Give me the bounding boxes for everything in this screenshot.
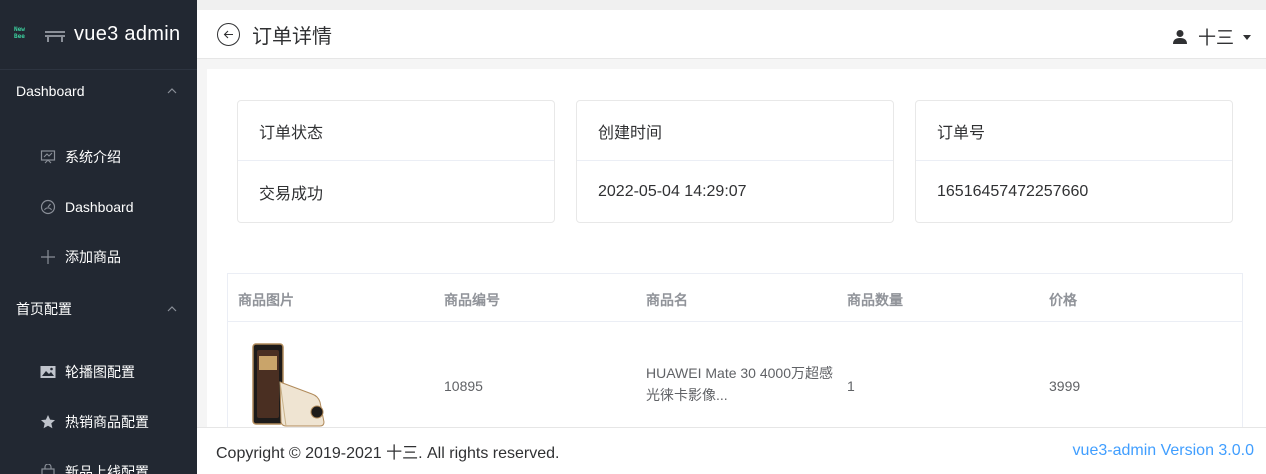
user-icon	[1173, 30, 1187, 44]
star-icon	[40, 414, 56, 430]
goods-id-cell: 10895	[444, 378, 483, 394]
chevron-up-icon	[167, 306, 177, 312]
order-detail-card: 订单状态 交易成功 创建时间 2022-05-04 14:29:07 订单号 1…	[207, 69, 1266, 427]
column-header: 商品编号	[444, 292, 500, 308]
submenu-title-label: Dashboard	[16, 83, 85, 99]
logo-text-top: New	[14, 25, 25, 33]
order-status-card: 订单状态 交易成功	[237, 100, 555, 223]
menu-item-label: 轮播图配置	[65, 364, 135, 380]
created-time-value: 2022-05-04 14:29:07	[598, 183, 747, 200]
menu-item-add-goods[interactable]: 添加商品	[0, 232, 197, 282]
copyright-text: Copyright © 2019-2021 十三. All rights res…	[216, 445, 560, 462]
goods-name-cell: HUAWEI Mate 30 4000万超感光徕卡影像...	[646, 365, 833, 403]
user-dropdown[interactable]: 十三	[1172, 24, 1252, 50]
sidebar: New Bee vue3 admin Dashboard 系统介绍 Dashbo…	[0, 0, 197, 474]
caret-down-icon	[1243, 35, 1251, 40]
menu-item-label: Dashboard	[65, 199, 134, 215]
back-button[interactable]	[217, 22, 240, 46]
created-time-label: 创建时间	[577, 101, 893, 161]
odometer-icon	[40, 199, 56, 215]
page-title: 订单详情	[252, 25, 332, 48]
version-text: vue3-admin Version 3.0.0	[1072, 442, 1254, 459]
logo-text-bottom: Bee	[14, 32, 25, 40]
submenu-title-label: 首页配置	[16, 301, 72, 317]
column-header: 商品名	[646, 292, 688, 308]
order-status-label: 订单状态	[238, 101, 554, 161]
order-status-value: 交易成功	[259, 186, 324, 203]
table-row: 10895 HUAWEI Mate 30 4000万超感光徕卡影像... 1 3…	[228, 322, 1242, 427]
app-title: vue3 admin	[74, 23, 181, 45]
page-footer: Copyright © 2019-2021 十三. All rights res…	[197, 427, 1266, 474]
submenu-title-dashboard[interactable]: Dashboard	[0, 70, 197, 112]
page-header: 订单详情 十三	[197, 0, 1266, 59]
column-header: 价格	[1049, 292, 1077, 308]
goods-table: 商品图片 商品编号 商品名 商品数量 价格 10895 HUAWEI Mate …	[227, 273, 1243, 427]
monitor-icon	[40, 149, 56, 165]
goods-price-cell: 3999	[1049, 378, 1081, 394]
bench-icon	[45, 30, 65, 42]
user-name: 十三	[1198, 28, 1234, 48]
newbee-logo: New Bee	[14, 25, 38, 42]
menu-item-hot-goods[interactable]: 热销商品配置	[0, 397, 197, 447]
menu-item-label: 系统介绍	[65, 149, 121, 165]
goods-image	[252, 343, 325, 427]
sell-icon	[40, 464, 56, 474]
picture-icon	[40, 364, 56, 380]
created-time-card: 创建时间 2022-05-04 14:29:07	[576, 100, 894, 223]
menu-item-label: 新品上线配置	[65, 464, 149, 474]
order-number-card: 订单号 16516457472257660	[915, 100, 1233, 223]
menu-item-label: 添加商品	[65, 249, 121, 265]
column-header: 商品数量	[847, 292, 903, 308]
plus-icon	[40, 249, 56, 265]
menu-group-home-config: 首页配置 轮播图配置 热销商品配置 新品上线配置	[0, 288, 197, 474]
main-content: 订单状态 交易成功 创建时间 2022-05-04 14:29:07 订单号 1…	[197, 59, 1266, 427]
order-number-label: 订单号	[916, 101, 1232, 161]
submenu-title-home-config[interactable]: 首页配置	[0, 288, 197, 330]
arrow-left-icon	[223, 30, 233, 38]
menu-item-label: 热销商品配置	[65, 414, 149, 430]
menu-item-new-goods[interactable]: 新品上线配置	[0, 447, 197, 474]
menu-item-carousel[interactable]: 轮播图配置	[0, 347, 197, 397]
table-header: 商品图片 商品编号 商品名 商品数量 价格	[228, 274, 1242, 322]
menu-item-intro[interactable]: 系统介绍	[0, 132, 197, 182]
menu-item-dashboard[interactable]: Dashboard	[0, 182, 197, 232]
chevron-up-icon	[167, 88, 177, 94]
menu-group-dashboard: Dashboard 系统介绍 Dashboard 添加商品	[0, 70, 197, 282]
logo: New Bee vue3 admin	[0, 0, 197, 70]
goods-count-cell: 1	[847, 378, 855, 394]
column-header: 商品图片	[238, 292, 294, 308]
order-number-value: 16516457472257660	[937, 183, 1089, 200]
